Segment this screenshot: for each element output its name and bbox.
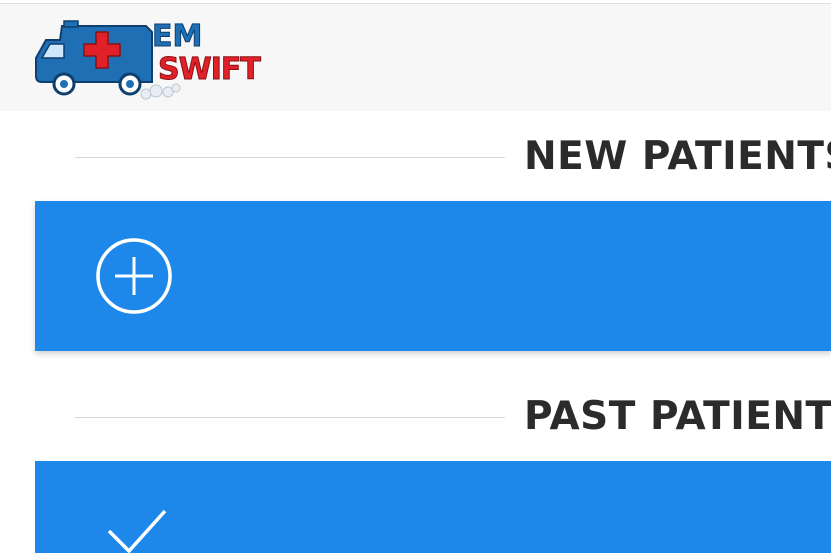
em-swift-logo[interactable]: EM SWIFT (34, 18, 274, 100)
logo-text-em: EM (151, 19, 203, 54)
new-patients-heading-row: NEW PATIENTS (75, 137, 831, 177)
logo-text-swift: SWIFT (158, 52, 262, 87)
divider (75, 417, 505, 418)
plus-circle-icon[interactable] (95, 237, 173, 315)
new-patients-title: NEW PATIENTS (524, 134, 831, 179)
past-patients-heading-row: PAST PATIENTS (75, 397, 831, 437)
app-header: EM SWIFT (0, 3, 831, 111)
checkmark-icon[interactable] (105, 509, 169, 553)
past-patients-title: PAST PATIENTS (524, 394, 831, 439)
new-patient-card[interactable] (35, 201, 831, 351)
past-patients-card[interactable] (35, 461, 831, 553)
divider (75, 157, 505, 158)
